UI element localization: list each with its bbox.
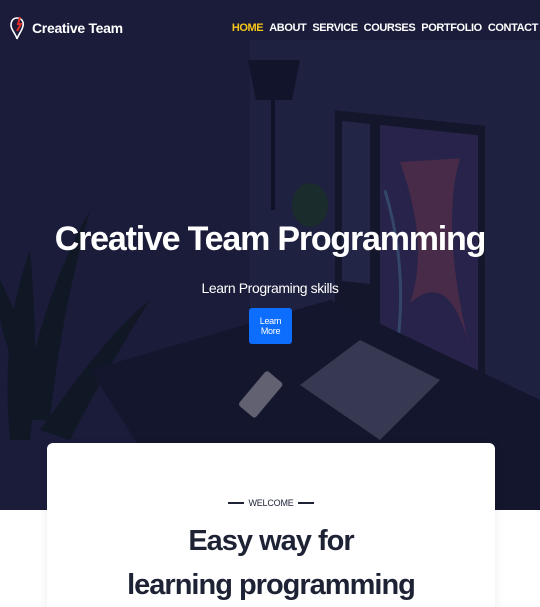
eyebrow-line-left bbox=[228, 502, 245, 504]
eyebrow-line-right bbox=[297, 502, 314, 504]
welcome-eyebrow: WELCOME bbox=[47, 498, 495, 508]
hero-section: Creative Team HOME ABOUT SERVICE COURSES… bbox=[0, 0, 540, 510]
welcome-card: WELCOME Easy way for learning programmin… bbox=[47, 443, 495, 607]
nav-link-portfolio[interactable]: PORTFOLIO bbox=[421, 22, 482, 34]
hero-title: Creative Team Programming bbox=[54, 220, 487, 258]
eyebrow-text: WELCOME bbox=[248, 498, 294, 508]
welcome-title-line-2: learning programming bbox=[127, 569, 416, 601]
brand-link[interactable]: Creative Team bbox=[8, 15, 123, 41]
brand-logo-icon bbox=[10, 16, 24, 40]
nav-link-home[interactable]: HOME bbox=[232, 22, 264, 34]
welcome-title: Easy way for learning programming bbox=[47, 519, 495, 607]
top-navbar: Creative Team HOME ABOUT SERVICE COURSES… bbox=[0, 0, 540, 58]
welcome-title-line-1: Easy way for bbox=[188, 525, 354, 557]
hero-subtitle: Learn Programing skills bbox=[201, 280, 339, 296]
nav-link-about[interactable]: ABOUT bbox=[269, 22, 307, 34]
nav-link-courses[interactable]: COURSES bbox=[364, 22, 416, 34]
nav-menu: HOME ABOUT SERVICE COURSES PORTFOLIO CON… bbox=[226, 22, 539, 34]
nav-link-service[interactable]: SERVICE bbox=[312, 22, 358, 34]
nav-link-contact[interactable]: CONTACT bbox=[488, 22, 539, 34]
brand-name: Creative Team bbox=[32, 20, 123, 36]
learn-more-button[interactable]: Learn More bbox=[249, 308, 292, 344]
